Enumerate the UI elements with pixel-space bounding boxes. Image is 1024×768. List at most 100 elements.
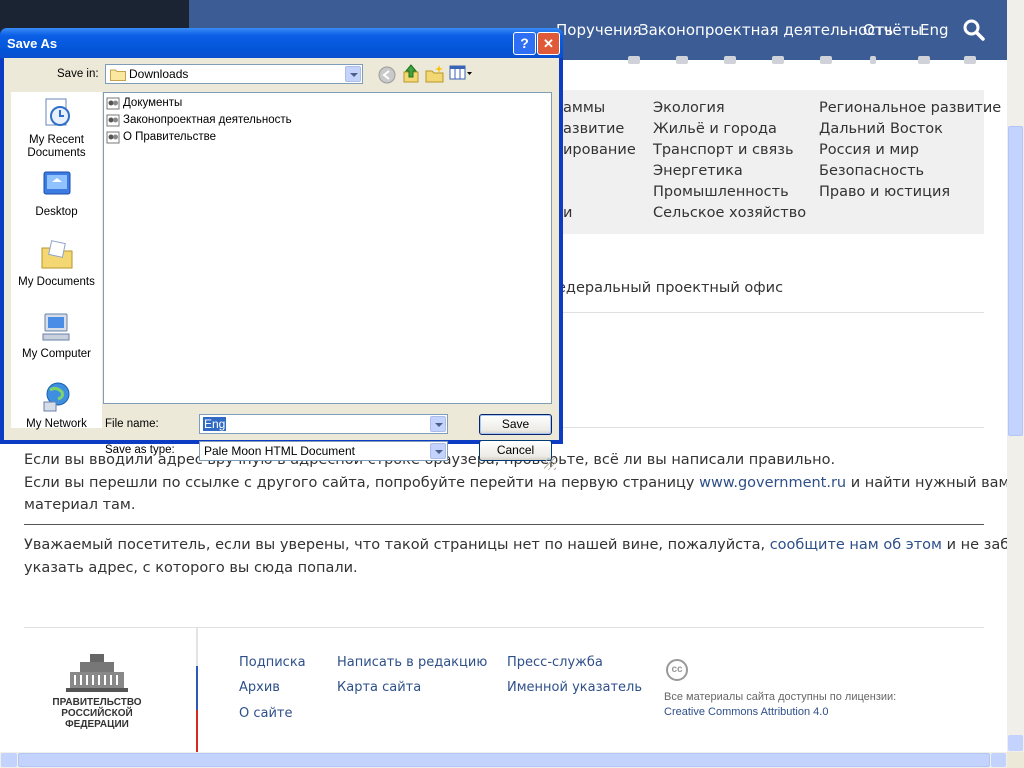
contact-line: указать адрес, с которого вы сюда попали…: [24, 560, 358, 576]
error-line: Если вы перешли по ссылке с другого сайт…: [24, 475, 1010, 491]
horizontal-scrollbar[interactable]: [0, 752, 1007, 768]
place-my-network[interactable]: My Network: [11, 380, 102, 431]
footer-about-link[interactable]: О сайте: [239, 706, 293, 721]
topic-link[interactable]: азвитие: [563, 121, 624, 137]
footer-divider: [24, 627, 984, 628]
scroll-thumb[interactable]: [18, 753, 990, 767]
vertical-scrollbar[interactable]: [1007, 0, 1024, 752]
html-file-icon: [106, 131, 120, 144]
topic-law[interactable]: Право и юстиция: [819, 184, 950, 200]
license-text: Все материалы сайта доступны по лицензии…: [664, 691, 897, 703]
footer-subscribe-link[interactable]: Подписка: [239, 655, 306, 670]
topic-energy[interactable]: Энергетика: [653, 163, 743, 179]
recent-documents-icon: [45, 98, 70, 126]
place-desktop[interactable]: Desktop: [11, 168, 102, 219]
html-file-icon: [106, 97, 120, 110]
file-name-value: Eng: [203, 417, 227, 431]
folder-icon: [110, 69, 126, 81]
chevron-down-icon[interactable]: [345, 66, 361, 82]
government-link[interactable]: www.government.ru: [699, 475, 846, 491]
topics-panel: аммы азвитие ирование и Экология Жильё и…: [533, 90, 1001, 234]
footer-sitemap-link[interactable]: Карта сайта: [337, 680, 421, 695]
scroll-thumb[interactable]: [1008, 126, 1023, 436]
report-link[interactable]: сообщите нам об этом: [770, 537, 942, 553]
topic-transport[interactable]: Транспорт и связь: [653, 142, 794, 158]
save-as-type-label: Save as type:: [105, 444, 175, 456]
nav-item-assignments[interactable]: Поручения: [556, 21, 642, 39]
nav-item-legislation[interactable]: Законопроектная деятельность: [639, 21, 893, 39]
view-menu-icon[interactable]: [449, 65, 473, 81]
social-icon[interactable]: [964, 56, 976, 64]
chevron-down-icon[interactable]: [430, 416, 446, 432]
creative-commons-icon: cc: [666, 659, 688, 681]
chevron-down-icon[interactable]: [430, 443, 446, 459]
resize-grip-icon[interactable]: [544, 458, 556, 470]
nav-item-eng[interactable]: Eng: [920, 21, 949, 39]
social-icon[interactable]: [772, 56, 784, 64]
save-as-dialog: Save As ? ✕ Save in: Downloads My Recent…: [0, 28, 563, 470]
government-logo-text: ПРАВИТЕЛЬСТВО РОССИЙСКОЙ ФЕДЕРАЦИИ: [52, 697, 142, 730]
search-icon[interactable]: [962, 18, 986, 42]
social-icon[interactable]: [870, 56, 876, 64]
my-computer-icon: [42, 313, 69, 341]
place-my-computer[interactable]: My Computer: [11, 310, 102, 361]
topic-link[interactable]: и: [563, 205, 572, 221]
save-in-label: Save in:: [57, 68, 99, 80]
social-icon[interactable]: [820, 56, 832, 64]
social-icon[interactable]: [724, 56, 736, 64]
flag-stripe: [196, 628, 198, 752]
government-building-logo: [66, 654, 128, 692]
topic-agriculture[interactable]: Сельское хозяйство: [653, 205, 806, 221]
topic-industry[interactable]: Промышленность: [653, 184, 789, 200]
divider: [560, 427, 984, 428]
save-in-select[interactable]: Downloads: [105, 64, 363, 84]
save-button[interactable]: Save: [479, 414, 552, 435]
topic-russia-world[interactable]: Россия и мир: [819, 142, 919, 158]
scroll-right-arrow-icon[interactable]: [991, 753, 1006, 767]
topic-security[interactable]: Безопасность: [819, 163, 924, 179]
scroll-down-arrow-icon[interactable]: [1008, 735, 1023, 751]
social-icon[interactable]: [918, 56, 930, 64]
error-line: материал там.: [24, 497, 136, 513]
close-icon[interactable]: ✕: [537, 32, 560, 55]
license-link[interactable]: Creative Commons Attribution 4.0: [664, 706, 828, 718]
social-icon[interactable]: [676, 56, 688, 64]
contact-line: Уважаемый посетитель, если вы уверены, ч…: [24, 537, 1024, 553]
dialog-title: Save As: [7, 36, 58, 51]
my-documents-icon: [41, 240, 72, 269]
topic-ecology[interactable]: Экология: [653, 100, 725, 116]
scrollbar-corner: [1007, 752, 1024, 768]
html-file-icon: [106, 114, 120, 127]
footer-index-link[interactable]: Именной указатель: [507, 680, 642, 695]
up-folder-icon[interactable]: [402, 64, 420, 84]
topic-housing[interactable]: Жильё и города: [653, 121, 777, 137]
footer-archive-link[interactable]: Архив: [239, 680, 280, 695]
footer-write-link[interactable]: Написать в редакцию: [337, 655, 487, 670]
places-bar: My Recent Documents Desktop My Documents: [11, 92, 102, 431]
file-name-label: File name:: [105, 418, 159, 430]
divider: [24, 524, 984, 525]
divider: [560, 312, 984, 313]
place-my-documents[interactable]: My Documents: [11, 238, 102, 289]
help-icon[interactable]: ?: [513, 32, 536, 55]
topic-regional[interactable]: Региональное развитие: [819, 100, 1001, 116]
social-icon[interactable]: [628, 56, 640, 64]
place-recent-documents[interactable]: My Recent Documents: [11, 96, 102, 160]
project-office-link[interactable]: едеральный проектный офис: [557, 280, 783, 296]
nav-item-reports[interactable]: Отчёты: [863, 21, 922, 39]
cancel-button[interactable]: Cancel: [479, 440, 552, 461]
topic-link[interactable]: аммы: [563, 100, 605, 116]
new-folder-icon[interactable]: [425, 64, 445, 84]
dialog-body: Save in: Downloads My Recent Documents D…: [4, 58, 559, 470]
file-name-input[interactable]: Eng: [199, 414, 448, 434]
topic-link[interactable]: ирование: [563, 142, 636, 158]
desktop-icon: [43, 171, 70, 195]
file-list[interactable]: Документы Законопроектная деятельность О…: [103, 92, 552, 404]
footer-press-link[interactable]: Пресс-служба: [507, 655, 603, 670]
scroll-left-arrow-icon[interactable]: [1, 753, 17, 767]
topic-far-east[interactable]: Дальний Восток: [819, 121, 943, 137]
dialog-title-bar[interactable]: Save As ? ✕: [0, 28, 563, 58]
my-network-icon: [43, 382, 69, 412]
save-as-type-select[interactable]: Pale Moon HTML Document: [199, 441, 448, 461]
back-icon[interactable]: [378, 66, 396, 84]
